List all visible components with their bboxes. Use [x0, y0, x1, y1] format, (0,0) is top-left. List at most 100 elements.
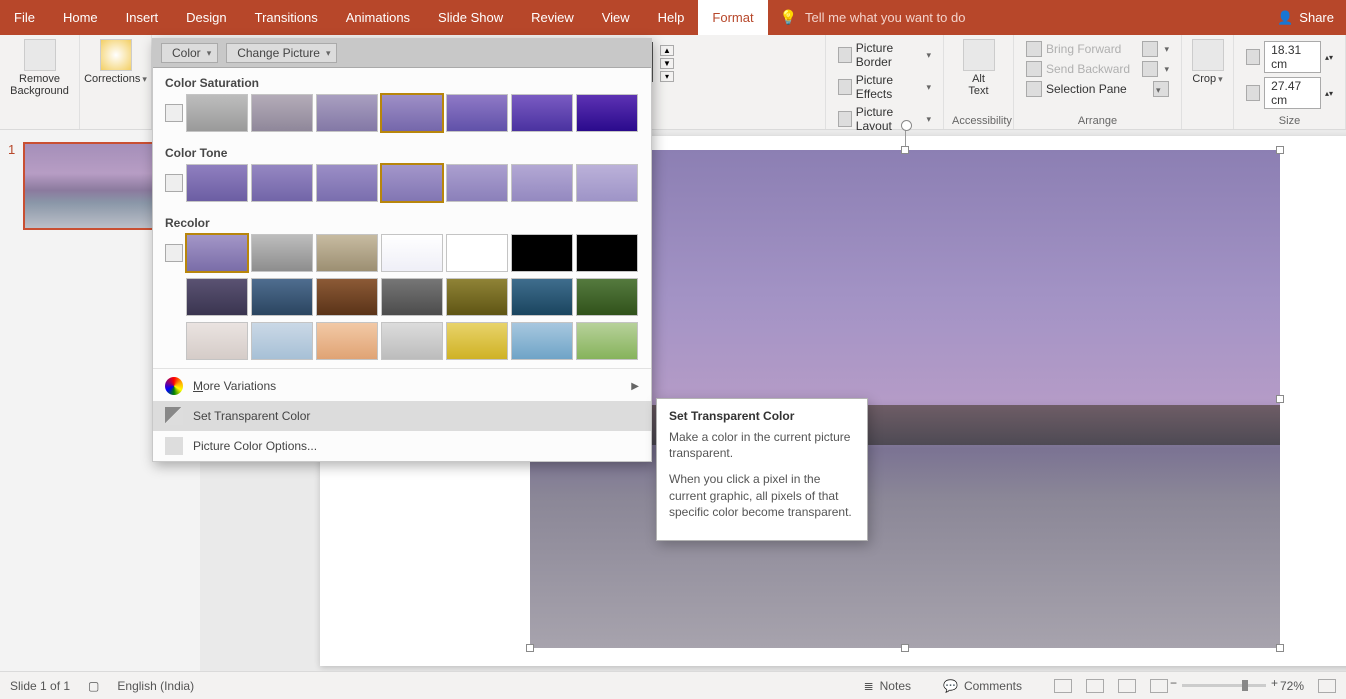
more-variations-label: More Variations	[193, 379, 276, 393]
resize-handle-tm[interactable]	[901, 146, 909, 154]
picture-border-button[interactable]: Picture Border	[834, 39, 935, 71]
color-swatch[interactable]	[576, 164, 638, 202]
color-swatch[interactable]	[251, 322, 313, 360]
zoom-slider-thumb[interactable]	[1242, 680, 1248, 691]
rotate-handle[interactable]	[905, 128, 906, 146]
color-swatch[interactable]	[446, 322, 508, 360]
tab-review[interactable]: Review	[517, 0, 588, 35]
slideshow-view-button[interactable]	[1150, 679, 1168, 693]
bring-forward-button[interactable]: Bring Forward	[1022, 39, 1173, 59]
color-swatch[interactable]	[316, 322, 378, 360]
share-button[interactable]: 👤 Share	[1277, 10, 1334, 26]
color-swatch[interactable]	[446, 164, 508, 202]
tab-design[interactable]: Design	[172, 0, 240, 35]
spellcheck-icon[interactable]: ▢	[88, 679, 99, 693]
color-swatch[interactable]	[576, 322, 638, 360]
accessibility-group-label: Accessibility	[952, 113, 1005, 127]
color-swatch[interactable]	[511, 164, 573, 202]
tooltip-body-2: When you click a pixel in the current gr…	[669, 471, 855, 520]
remove-background-button[interactable]: Remove Background	[8, 39, 71, 97]
size-group-label: Size	[1242, 113, 1337, 127]
fit-to-window-button[interactable]	[1318, 679, 1336, 693]
height-value[interactable]: 18.31 cm	[1264, 41, 1321, 73]
more-variations-item[interactable]: More Variations ▶	[153, 371, 651, 401]
zoom-slider[interactable]	[1182, 684, 1266, 687]
color-swatch[interactable]	[186, 322, 248, 360]
resize-handle-bl[interactable]	[526, 644, 534, 652]
selection-pane-icon	[1026, 81, 1042, 97]
slide-indicator[interactable]: Slide 1 of 1	[10, 679, 70, 693]
tab-transitions[interactable]: Transitions	[241, 0, 332, 35]
color-swatch[interactable]	[576, 234, 638, 272]
color-swatch[interactable]	[446, 94, 508, 132]
selection-pane-label: Selection Pane	[1046, 82, 1127, 96]
corrections-button[interactable]: Corrections	[88, 39, 143, 85]
color-swatch[interactable]	[316, 234, 378, 272]
group-icon[interactable]	[1142, 61, 1158, 77]
color-swatch[interactable]	[316, 164, 378, 202]
alt-text-label: Alt Text	[968, 73, 988, 97]
zoom-level[interactable]: 72%	[1280, 679, 1304, 693]
picture-effects-button[interactable]: Picture Effects	[834, 71, 935, 103]
slide-number: 1	[8, 142, 15, 230]
color-swatch[interactable]	[446, 234, 508, 272]
width-input[interactable]: 27.47 cm▴▾	[1242, 75, 1337, 111]
tab-animations[interactable]: Animations	[332, 0, 424, 35]
comments-button[interactable]: 💬Comments	[943, 679, 1022, 693]
crop-button[interactable]: Crop	[1190, 39, 1225, 85]
reading-view-button[interactable]	[1118, 679, 1136, 693]
color-swatch[interactable]	[381, 278, 443, 316]
tab-help[interactable]: Help	[644, 0, 699, 35]
tab-insert[interactable]: Insert	[112, 0, 173, 35]
bring-forward-icon	[1026, 41, 1042, 57]
color-swatch[interactable]	[576, 278, 638, 316]
change-picture-button[interactable]: Change Picture	[226, 43, 337, 63]
color-swatch[interactable]	[251, 278, 313, 316]
color-swatch[interactable]	[186, 94, 248, 132]
color-swatch[interactable]	[511, 234, 573, 272]
color-swatch[interactable]	[381, 322, 443, 360]
color-swatch[interactable]	[316, 278, 378, 316]
style-gallery-scroll[interactable]: ▲▼▾	[660, 45, 674, 82]
color-swatch[interactable]	[511, 322, 573, 360]
color-swatch[interactable]	[511, 94, 573, 132]
send-backward-button[interactable]: Send Backward	[1022, 59, 1173, 79]
color-swatch[interactable]	[186, 234, 248, 272]
resize-handle-bm[interactable]	[901, 644, 909, 652]
color-swatch[interactable]	[446, 278, 508, 316]
color-swatch[interactable]	[381, 164, 443, 202]
color-swatch[interactable]	[576, 94, 638, 132]
selection-pane-button[interactable]: Selection Pane	[1022, 79, 1173, 99]
color-swatch[interactable]	[251, 164, 313, 202]
alt-text-button[interactable]: Alt Text	[952, 39, 1005, 97]
notes-button[interactable]: ≣Notes	[864, 679, 911, 693]
tab-file[interactable]: File	[0, 0, 49, 35]
color-swatch[interactable]	[251, 234, 313, 272]
color-swatch[interactable]	[186, 278, 248, 316]
color-swatch[interactable]	[381, 234, 443, 272]
color-swatch[interactable]	[316, 94, 378, 132]
height-input[interactable]: 18.31 cm▴▾	[1242, 39, 1337, 75]
resize-handle-tr[interactable]	[1276, 146, 1284, 154]
rotate-icon[interactable]	[1153, 81, 1169, 97]
tab-slideshow[interactable]: Slide Show	[424, 0, 517, 35]
resize-handle-br[interactable]	[1276, 644, 1284, 652]
tab-home[interactable]: Home	[49, 0, 112, 35]
color-swatch[interactable]	[186, 164, 248, 202]
picture-color-options-item[interactable]: Picture Color Options...	[153, 431, 651, 461]
color-button[interactable]: Color	[161, 43, 218, 63]
tab-format[interactable]: Format	[698, 0, 767, 35]
color-swatch[interactable]	[381, 94, 443, 132]
color-swatch[interactable]	[511, 278, 573, 316]
sorter-view-button[interactable]	[1086, 679, 1104, 693]
language-indicator[interactable]: English (India)	[117, 679, 194, 693]
tell-me-search[interactable]: 💡 Tell me what you want to do	[780, 9, 966, 26]
width-value[interactable]: 27.47 cm	[1264, 77, 1321, 109]
resize-handle-mr[interactable]	[1276, 395, 1284, 403]
comments-icon: 💬	[943, 679, 958, 693]
tab-view[interactable]: View	[588, 0, 644, 35]
normal-view-button[interactable]	[1054, 679, 1072, 693]
align-icon[interactable]	[1142, 41, 1158, 57]
set-transparent-color-item[interactable]: Set Transparent Color	[153, 401, 651, 431]
color-swatch[interactable]	[251, 94, 313, 132]
